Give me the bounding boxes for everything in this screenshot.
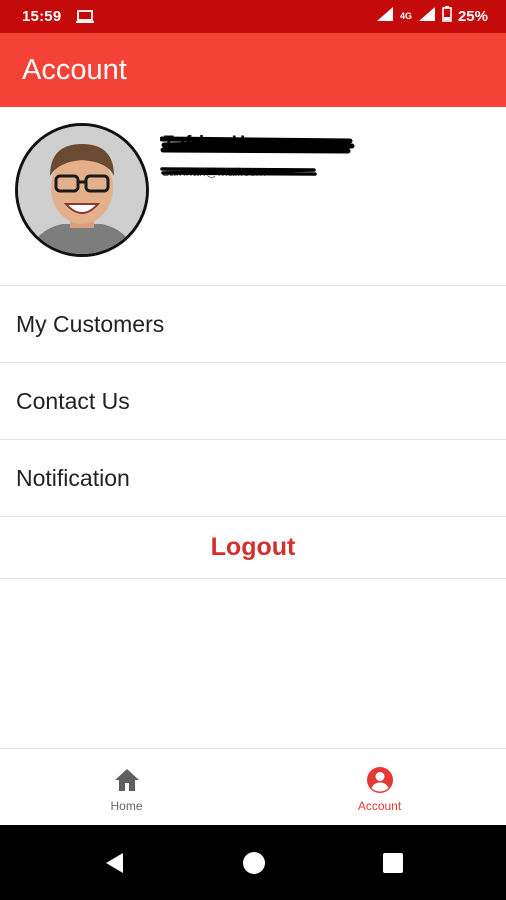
- menu-item-label: Notification: [16, 464, 130, 491]
- back-icon[interactable]: [100, 849, 128, 877]
- logout-button[interactable]: Logout: [0, 517, 506, 579]
- menu-item-contact-us[interactable]: Contact Us: [0, 363, 506, 440]
- app-bar: Account: [0, 33, 506, 107]
- battery-icon: [442, 6, 452, 27]
- page-title: Account: [22, 53, 127, 86]
- cell-signal-icon: [418, 6, 436, 27]
- nav-label-account: Account: [357, 799, 402, 813]
- menu-item-my-customers[interactable]: My Customers: [0, 286, 506, 363]
- status-indicators: 4G 25%: [376, 6, 488, 27]
- menu-item-label: Contact Us: [16, 387, 130, 414]
- network-type-label: 4G: [399, 11, 412, 21]
- redaction-scribble: [160, 136, 355, 154]
- nav-item-account[interactable]: Account: [253, 749, 506, 825]
- wifi-signal-icon: [376, 6, 394, 27]
- home-icon: [112, 765, 142, 795]
- account-circle-icon: [365, 765, 395, 795]
- redaction-scribble: [160, 167, 317, 176]
- battery-percent: 25%: [457, 8, 488, 25]
- profile-section: Zafrina Hassan zafrinah@mail.com: [0, 107, 506, 286]
- menu-item-label: My Customers: [16, 310, 165, 337]
- recents-icon[interactable]: [379, 849, 407, 877]
- status-time: 15:59: [22, 8, 62, 25]
- status-bar: 15:59 4G 25%: [0, 0, 506, 33]
- laptop-icon: [75, 9, 97, 25]
- logout-label: Logout: [210, 533, 296, 561]
- nav-label-home: Home: [110, 799, 143, 813]
- bottom-navigation: Home Account: [0, 748, 506, 825]
- avatar: [15, 123, 149, 257]
- menu-item-notification[interactable]: Notification: [0, 440, 506, 517]
- system-navigation-bar: [0, 825, 506, 900]
- nav-item-home[interactable]: Home: [0, 749, 253, 825]
- home-circle-icon[interactable]: [240, 849, 268, 877]
